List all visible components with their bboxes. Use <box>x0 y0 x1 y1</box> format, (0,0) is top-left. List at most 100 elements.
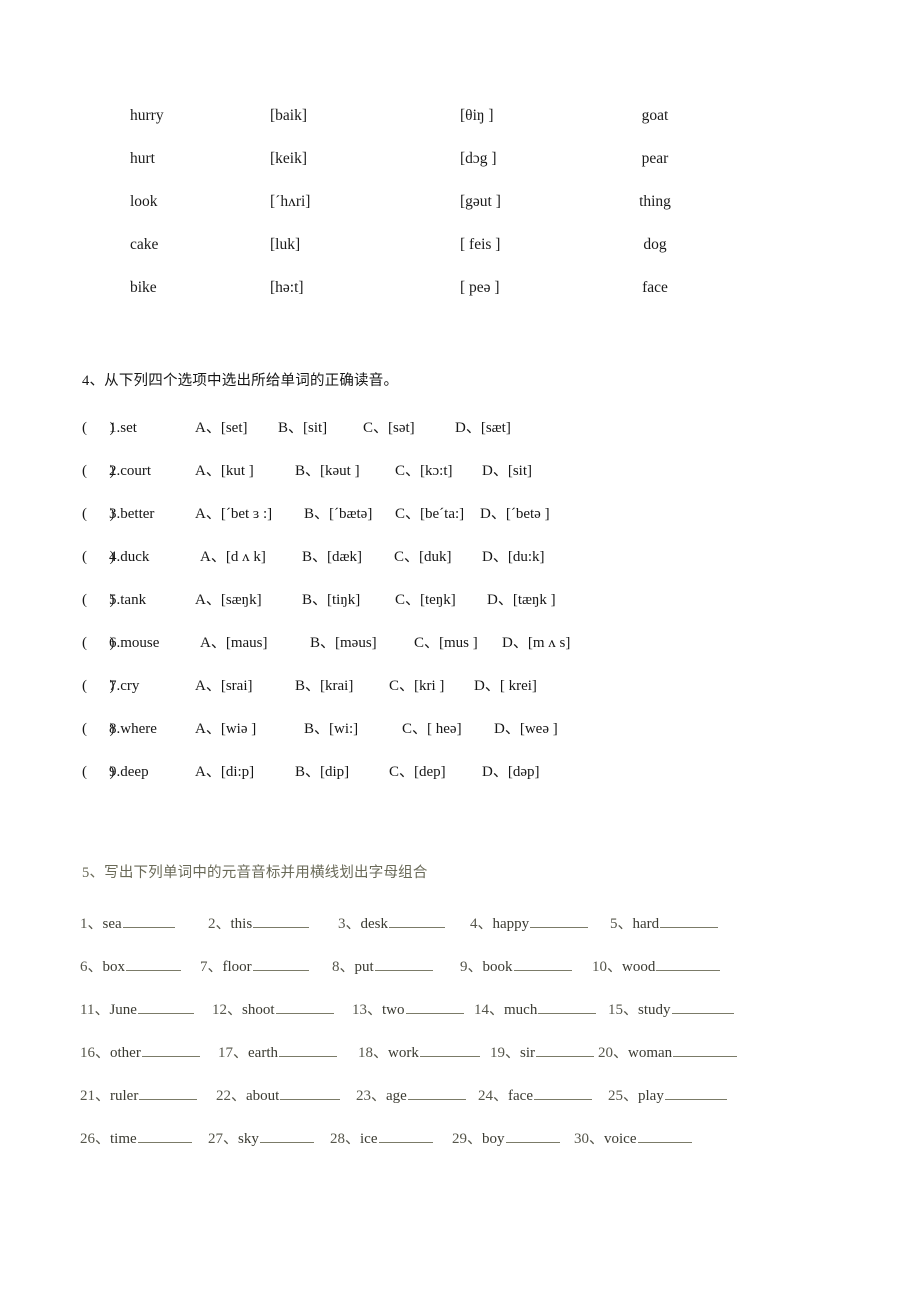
mc-option-label: D、 <box>482 463 508 479</box>
fill-in-word: about <box>246 1088 280 1104</box>
fill-in-item: 4、happy <box>470 912 589 935</box>
mc-option[interactable]: B、[tiŋk] <box>302 590 360 611</box>
fill-in-word: face <box>508 1088 533 1104</box>
fill-in-blank-line[interactable] <box>259 1127 314 1143</box>
mc-option-label: B、 <box>302 592 328 608</box>
fill-in-item: 11、June <box>80 998 194 1021</box>
mc-option[interactable]: C、[beˊta:] <box>395 504 464 525</box>
mc-option[interactable]: C、[dep] <box>389 762 446 783</box>
fill-in-blank-line[interactable] <box>656 955 721 971</box>
fill-in-blank-line[interactable] <box>374 955 433 971</box>
mc-question-row: ( ) 5.tank A、[sæŋk] B、[tiŋk] C、[teŋk] D、[tæŋk… <box>82 590 802 633</box>
multiple-choice-list: ( ) 1.set A、[set] B、[sit] C、[sət] D、[sæt]( ) 2… <box>82 418 802 805</box>
mc-option[interactable]: D、[sæt] <box>455 418 511 439</box>
mc-option[interactable]: B、[krai] <box>295 676 353 697</box>
word-phonetic-grid: hurry [baik] [θiŋ ] goat hurt [keik] [dɔg ] pea… <box>130 106 710 321</box>
fill-in-blank-line[interactable] <box>378 1127 433 1143</box>
mc-option-label: B、 <box>302 549 328 565</box>
fill-in-number: 4、 <box>470 916 493 932</box>
mc-option[interactable]: B、[dip] <box>295 762 349 783</box>
mc-option-value: [ˊbetə ] <box>505 506 550 522</box>
mc-option-value: [dæk] <box>327 549 363 565</box>
fill-in-blank-line[interactable] <box>538 998 597 1014</box>
fill-in-blank-line[interactable] <box>673 1041 738 1057</box>
mc-question-row: ( ) 1.set A、[set] B、[sit] C、[sət] D、[sæt] <box>82 418 802 461</box>
mc-option[interactable]: C、[teŋk] <box>395 590 456 611</box>
mc-option[interactable]: D、[weə ] <box>494 719 558 740</box>
mc-option[interactable]: A、[maus] <box>200 633 268 654</box>
fill-in-blank-line[interactable] <box>513 955 572 971</box>
mc-question-stem: 3.better <box>109 506 155 522</box>
fill-in-item: 14、much <box>474 998 597 1021</box>
mc-option-label: C、 <box>395 463 421 479</box>
mc-option[interactable]: C、[ heə] <box>402 719 462 740</box>
mc-option[interactable]: B、[kəut ] <box>295 461 360 482</box>
fill-in-blank-line[interactable] <box>533 1084 592 1100</box>
mc-option[interactable]: B、[məus] <box>310 633 377 654</box>
mc-option[interactable]: A、[kut ] <box>195 461 254 482</box>
mc-option[interactable]: D、[du:k] <box>482 547 545 568</box>
fill-in-item: 19、sir <box>490 1041 595 1064</box>
mc-option[interactable]: A、[sæŋk] <box>195 590 262 611</box>
fill-in-blank-line[interactable] <box>275 998 334 1014</box>
mc-option[interactable]: A、[ˊbet ɜ :] <box>195 504 272 525</box>
mc-option[interactable]: C、[kɔ:t] <box>395 461 453 482</box>
fill-in-blank-line[interactable] <box>671 998 734 1014</box>
mc-option[interactable]: C、[mus ] <box>414 633 478 654</box>
word-cell: [θiŋ ] <box>460 107 494 124</box>
fill-in-blank-line[interactable] <box>664 1084 727 1100</box>
mc-option-label: C、 <box>394 549 420 565</box>
mc-option[interactable]: D、[ˊbetə ] <box>480 504 550 525</box>
fill-in-blank-line[interactable] <box>407 1084 466 1100</box>
fill-in-blank-line[interactable] <box>126 955 182 971</box>
mc-option-label: B、 <box>304 506 330 522</box>
mc-option[interactable]: A、[wiə ] <box>195 719 256 740</box>
word-cell: [dɔg ] <box>460 150 497 167</box>
fill-in-blank-line[interactable] <box>252 955 309 971</box>
fill-in-blank-line[interactable] <box>660 912 719 928</box>
phonetic-cell: [ˊhʌri] <box>270 193 311 210</box>
mc-option[interactable]: B、[ˊbætə] <box>304 504 372 525</box>
mc-option[interactable]: A、[di:p] <box>195 762 254 783</box>
mc-option[interactable]: A、[d ʌ k] <box>200 547 266 568</box>
mc-option-label: C、 <box>402 721 428 737</box>
fill-in-word: boy <box>482 1131 505 1147</box>
mc-option-label: A、 <box>195 592 221 608</box>
fill-in-blank-line[interactable] <box>122 912 175 928</box>
fill-in-blank-line[interactable] <box>137 998 194 1014</box>
mc-option[interactable]: D、[dəp] <box>482 762 540 783</box>
fill-in-blank-line[interactable] <box>536 1041 595 1057</box>
mc-option[interactable]: A、[srai] <box>195 676 253 697</box>
mc-option[interactable]: A、[set] <box>195 418 248 439</box>
mc-option-value: [ˊbet ɜ :] <box>220 506 273 522</box>
fill-in-word: shoot <box>242 1002 275 1018</box>
mc-option[interactable]: B、[sit] <box>278 418 327 439</box>
word-grid-row: bike [hə:t] [ peə ] face <box>130 278 710 321</box>
mc-option-value: [weə ] <box>519 721 558 737</box>
fill-in-number: 21、 <box>80 1088 111 1104</box>
mc-option[interactable]: C、[duk] <box>394 547 452 568</box>
mc-option[interactable]: C、[sət] <box>363 418 415 439</box>
mc-option-value: [du:k] <box>507 549 545 565</box>
fill-in-blank-line[interactable] <box>253 912 310 928</box>
mc-option[interactable]: D、[m ʌ s] <box>502 633 570 654</box>
fill-in-blank-line[interactable] <box>530 912 589 928</box>
mc-option[interactable]: D、[ krei] <box>474 676 537 697</box>
fill-in-blank-line[interactable] <box>505 1127 560 1143</box>
mc-option[interactable]: C、[kri ] <box>389 676 444 697</box>
fill-in-blank-line[interactable] <box>405 998 464 1014</box>
mc-option[interactable]: D、[sit] <box>482 461 532 482</box>
fill-in-blank-line[interactable] <box>389 912 446 928</box>
mc-option-value: [dəp] <box>507 764 540 780</box>
fill-in-blank-line[interactable] <box>279 1041 337 1057</box>
fill-in-blank-line[interactable] <box>280 1084 341 1100</box>
mc-option[interactable]: D、[tæŋk ] <box>487 590 556 611</box>
fill-in-blank-line[interactable] <box>137 1127 192 1143</box>
phonetic-cell: [keik] <box>270 150 308 167</box>
mc-option[interactable]: B、[dæk] <box>302 547 362 568</box>
fill-in-blank-line[interactable] <box>419 1041 480 1057</box>
mc-option[interactable]: B、[wi:] <box>304 719 358 740</box>
fill-in-blank-line[interactable] <box>141 1041 200 1057</box>
fill-in-blank-line[interactable] <box>139 1084 198 1100</box>
fill-in-blank-line[interactable] <box>637 1127 692 1143</box>
